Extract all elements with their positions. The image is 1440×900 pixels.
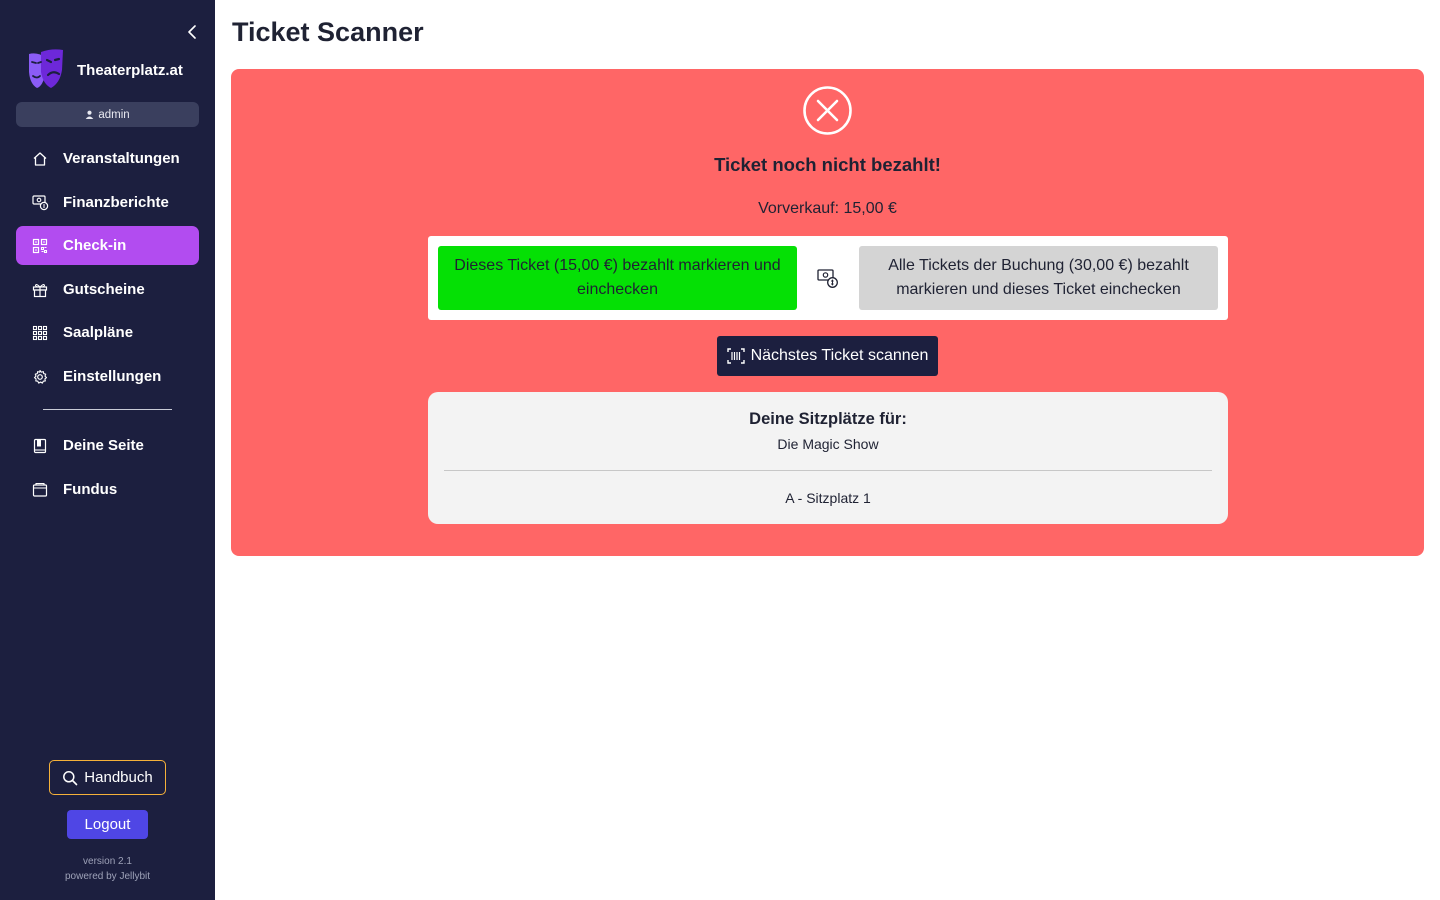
- seat-entry: A - Sitzplatz 1: [785, 490, 871, 506]
- event-name: Die Magic Show: [777, 436, 879, 452]
- money-icon: [31, 194, 49, 212]
- scan-next-label: Nächstes Ticket scannen: [750, 347, 929, 364]
- sidebar-item-label: Saalpläne: [63, 324, 134, 341]
- user-icon: [86, 110, 94, 119]
- sidebar-item-label: Gutscheine: [63, 281, 145, 298]
- sidebar-item-fundus[interactable]: Fundus: [16, 470, 199, 509]
- sidebar-item-finanzberichte[interactable]: Finanzberichte: [16, 183, 199, 222]
- brand-name: Theaterplatz.at: [77, 61, 183, 79]
- sidebar-item-einstellungen[interactable]: Einstellungen: [16, 357, 199, 396]
- seats-divider: [444, 470, 1212, 471]
- sidebar-item-check-in[interactable]: Check-in: [16, 226, 199, 265]
- app: Theaterplatz.at admin Veranstaltungen Fi…: [0, 0, 1440, 900]
- sidebar-item-label: Finanzberichte: [63, 194, 169, 211]
- search-icon: [63, 770, 78, 785]
- scan-next-ticket-button[interactable]: Nächstes Ticket scannen: [717, 336, 938, 376]
- money-icon: [817, 269, 838, 288]
- brand[interactable]: Theaterplatz.at: [27, 48, 183, 92]
- payment-status-message: Ticket noch nicht bezahlt!: [714, 154, 941, 175]
- sidebar-divider: [43, 409, 172, 410]
- home-icon: [31, 150, 49, 168]
- sidebar-item-veranstaltungen[interactable]: Veranstaltungen: [16, 139, 199, 178]
- sidebar: Theaterplatz.at admin Veranstaltungen Fi…: [0, 0, 215, 900]
- qr-code-icon: [31, 237, 49, 255]
- sidebar-item-gutscheine[interactable]: Gutscheine: [16, 270, 199, 309]
- theater-masks-logo: [29, 49, 63, 88]
- error-circle-x-icon: [803, 86, 852, 135]
- payment-actions: Dieses Ticket (15,00 €) bezahlt markiere…: [428, 236, 1228, 320]
- seats-title: Deine Sitzplätze für:: [749, 410, 907, 428]
- sidebar-item-label: Fundus: [63, 481, 118, 498]
- sidebar-item-label: Veranstaltungen: [63, 150, 180, 167]
- user-name: admin: [98, 108, 130, 121]
- mark-ticket-paid-button[interactable]: Dieses Ticket (15,00 €) bezahlt markiere…: [438, 246, 797, 310]
- gift-icon: [31, 281, 49, 299]
- handbuch-label: Handbuch: [84, 769, 153, 786]
- mark-booking-paid-button[interactable]: Alle Tickets der Buchung (30,00 €) bezah…: [859, 246, 1218, 310]
- gear-icon: [31, 368, 49, 386]
- handbuch-button[interactable]: Handbuch: [49, 760, 166, 795]
- sidebar-item-saalplaene[interactable]: Saalpläne: [16, 313, 199, 352]
- scan-result-panel: Ticket noch nicht bezahlt! Vorverkauf: 1…: [231, 69, 1424, 556]
- box-icon: [31, 481, 49, 499]
- ticket-price: Vorverkauf: 15,00 €: [758, 200, 897, 217]
- collapse-sidebar-button[interactable]: [183, 23, 201, 41]
- user-badge: admin: [16, 102, 199, 127]
- sidebar-item-deine-seite[interactable]: Deine Seite: [16, 426, 199, 465]
- grid-icon: [31, 324, 49, 342]
- powered-by-text: powered by Jellybit: [64, 871, 151, 882]
- sidebar-item-label: Einstellungen: [63, 368, 162, 385]
- chevron-left-icon: [188, 25, 196, 39]
- book-icon: [31, 437, 49, 455]
- seats-card: Deine Sitzplätze für: Die Magic Show A -…: [428, 392, 1228, 524]
- logout-button[interactable]: Logout: [67, 810, 148, 839]
- sidebar-item-label: Deine Seite: [63, 437, 144, 454]
- barcode-scan-icon: [726, 348, 745, 364]
- sidebar-item-label: Check-in: [63, 237, 127, 254]
- page-title: Ticket Scanner: [232, 17, 424, 47]
- version-text: version 2.1: [83, 856, 132, 867]
